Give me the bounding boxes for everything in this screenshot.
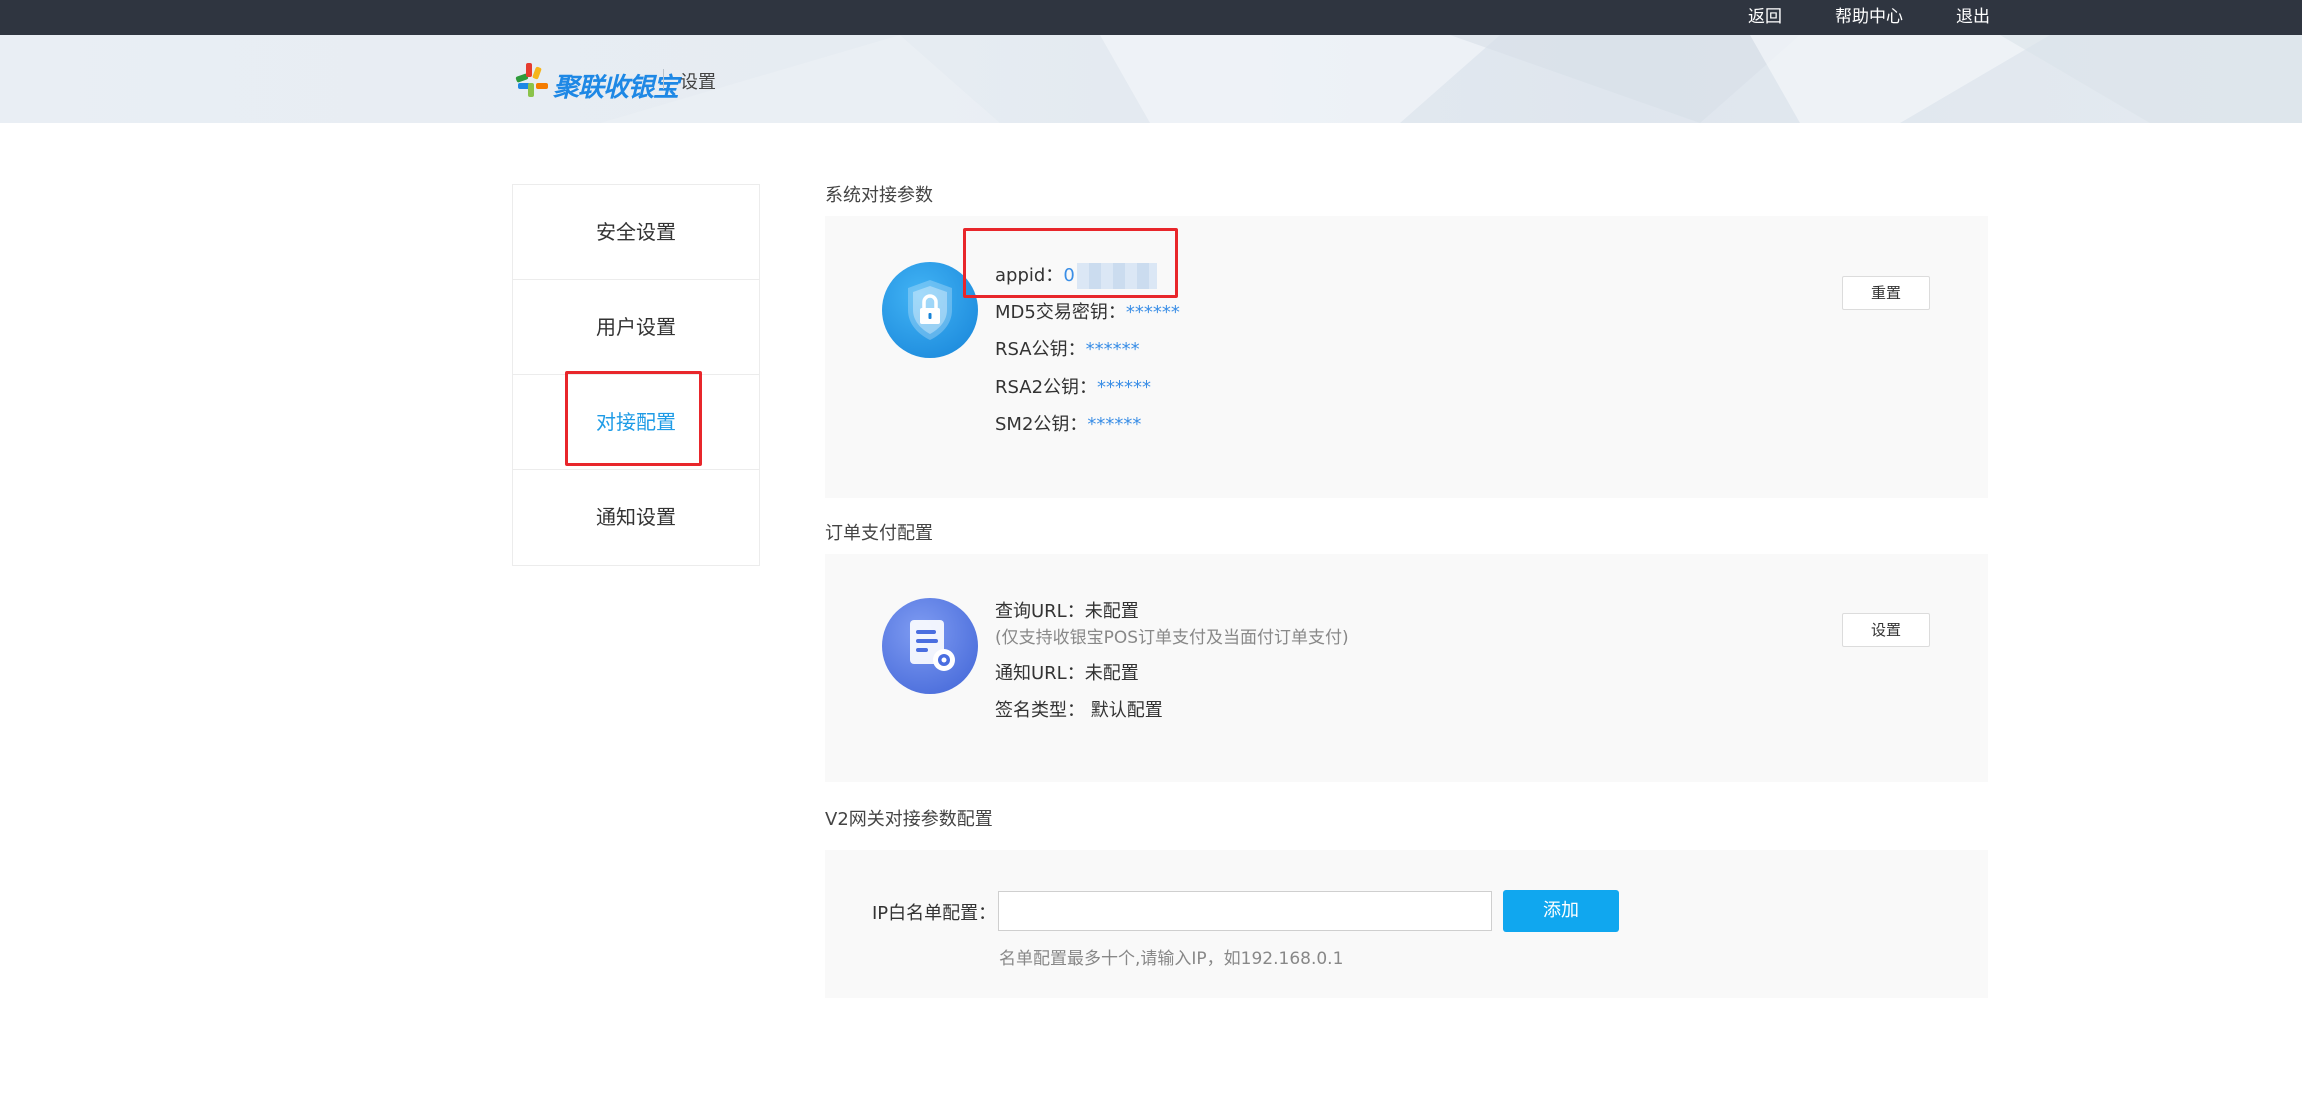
- appid-blurred-mask: [1076, 263, 1157, 289]
- appid-label: appid：: [995, 265, 1064, 286]
- rsa-value: ******: [1085, 339, 1140, 360]
- top-bar: 返回 帮助中心 退出: [0, 0, 2302, 35]
- rsa2-row: RSA2公钥：******: [995, 373, 1151, 399]
- ip-whitelist-input[interactable]: [998, 891, 1492, 931]
- rsa-row: RSA公钥：******: [995, 335, 1140, 361]
- query-url-value: 未配置: [1084, 601, 1139, 622]
- sidebar-item-security[interactable]: 安全设置: [513, 185, 759, 280]
- logo-mark: [512, 61, 552, 101]
- sidebar-item-notifications[interactable]: 通知设置: [513, 470, 759, 564]
- header-banner: 聚联收银宝 设置: [0, 35, 2302, 123]
- reset-button[interactable]: 重置: [1842, 276, 1930, 310]
- notify-url-value: 未配置: [1084, 663, 1139, 684]
- section-title-system-params: 系统对接参数: [825, 185, 933, 206]
- logo-text: 聚联收银宝: [553, 73, 679, 103]
- logo-icon: [515, 63, 548, 97]
- md5-value: ******: [1125, 302, 1180, 323]
- sign-type-label: 签名类型：: [995, 700, 1085, 721]
- rsa2-value: ******: [1097, 377, 1152, 398]
- section-title-order-config: 订单支付配置: [825, 523, 933, 544]
- sm2-value: ******: [1087, 414, 1142, 435]
- md5-label: MD5交易密钥：: [995, 302, 1126, 323]
- rsa-label: RSA公钥：: [995, 339, 1086, 360]
- md5-row: MD5交易密钥：******: [995, 298, 1180, 324]
- query-url-hint: (仅支持收银宝POS订单支付及当面付订单支付): [995, 628, 1349, 648]
- ip-whitelist-hint: 名单配置最多十个,请输入IP，如192.168.0.1: [999, 949, 1344, 969]
- settings-sidebar: 安全设置 用户设置 对接配置 通知设置: [512, 184, 760, 566]
- notify-url-row: 通知URL：未配置: [995, 659, 1139, 685]
- order-settings-button[interactable]: 设置: [1842, 613, 1930, 647]
- add-ip-button[interactable]: 添加: [1503, 890, 1619, 932]
- back-link[interactable]: 返回: [1748, 6, 1782, 28]
- sm2-label: SM2公钥：: [995, 414, 1088, 435]
- appid-value: 0: [1063, 265, 1075, 286]
- help-center-link[interactable]: 帮助中心: [1835, 6, 1903, 28]
- sign-type-row: 签名类型： 默认配置: [995, 696, 1163, 722]
- query-url-row: 查询URL：未配置: [995, 597, 1139, 623]
- header-divider: [663, 69, 664, 89]
- notify-url-label: 通知URL：: [995, 663, 1085, 684]
- sign-type-value: 默认配置: [1090, 700, 1163, 721]
- logout-link[interactable]: 退出: [1956, 6, 1990, 28]
- sm2-row: SM2公钥：******: [995, 410, 1141, 436]
- query-url-label: 查询URL：: [995, 601, 1085, 622]
- section-title-v2-gateway: V2网关对接参数配置: [825, 809, 993, 830]
- sidebar-item-integration[interactable]: 对接配置: [513, 375, 759, 470]
- document-gear-icon: [882, 598, 978, 694]
- sidebar-item-users[interactable]: 用户设置: [513, 280, 759, 375]
- shield-lock-icon: [882, 262, 978, 358]
- ip-whitelist-label: IP白名单配置：: [872, 903, 997, 924]
- header-background-decoration: [600, 35, 2302, 123]
- appid-row: appid：0: [995, 261, 1157, 289]
- page-title: 设置: [680, 72, 716, 93]
- rsa2-label: RSA2公钥：: [995, 377, 1098, 398]
